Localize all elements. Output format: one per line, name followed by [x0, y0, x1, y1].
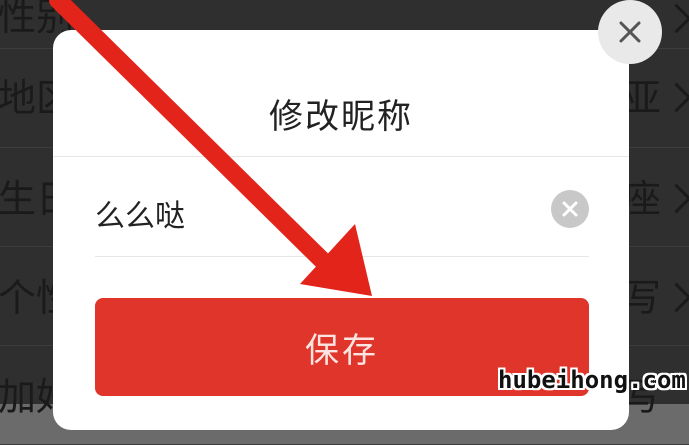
clear-icon — [562, 201, 578, 217]
chevron-right-icon — [661, 183, 689, 214]
chevron-right-icon — [661, 3, 689, 34]
input-underline — [95, 256, 589, 257]
close-icon — [619, 21, 641, 43]
divider — [53, 156, 629, 157]
watermark-text: hubeihong.com — [498, 366, 686, 394]
clear-input-button[interactable] — [551, 190, 589, 228]
close-button[interactable] — [598, 0, 662, 64]
chevron-right-icon — [661, 82, 689, 113]
nickname-input[interactable] — [95, 188, 545, 238]
chevron-right-icon — [661, 282, 689, 313]
dialog-title: 修改昵称 — [269, 97, 413, 137]
